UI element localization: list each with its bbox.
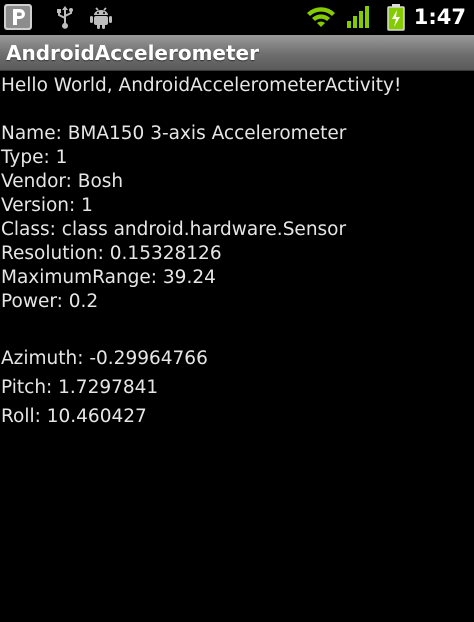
app-title: AndroidAccelerometer — [6, 41, 259, 65]
roll-value: Roll: 10.460427 — [1, 406, 147, 427]
android-debug-icon — [89, 4, 113, 34]
title-bar: AndroidAccelerometer — [0, 35, 474, 71]
battery-icon — [386, 3, 406, 35]
sensor-version: Version: 1 — [1, 195, 93, 216]
wifi-icon — [306, 5, 336, 33]
greeting-text: Hello World, AndroidAccelerometerActivit… — [1, 75, 402, 96]
sensor-power: Power: 0.2 — [1, 291, 99, 312]
signal-icon — [346, 5, 372, 33]
pitch-value: Pitch: 1.7297841 — [1, 377, 159, 398]
sensor-maximum-range: MaximumRange: 39.24 — [1, 267, 216, 288]
usb-icon — [54, 4, 76, 34]
sensor-resolution: Resolution: 0.15328126 — [1, 243, 222, 264]
sensor-type: Type: 1 — [1, 147, 68, 168]
sensor-vendor: Vendor: Bosh — [1, 171, 124, 192]
clock: 1:47 — [413, 5, 466, 29]
azimuth-value: Azimuth: -0.29964766 — [1, 348, 208, 369]
p-app-icon — [3, 3, 33, 35]
status-bar: 1:47 — [0, 0, 474, 35]
sensor-name: Name: BMA150 3-axis Accelerometer — [1, 123, 347, 144]
main-content: Hello World, AndroidAccelerometerActivit… — [1, 74, 471, 429]
sensor-class: Class: class android.hardware.Sensor — [1, 219, 347, 240]
